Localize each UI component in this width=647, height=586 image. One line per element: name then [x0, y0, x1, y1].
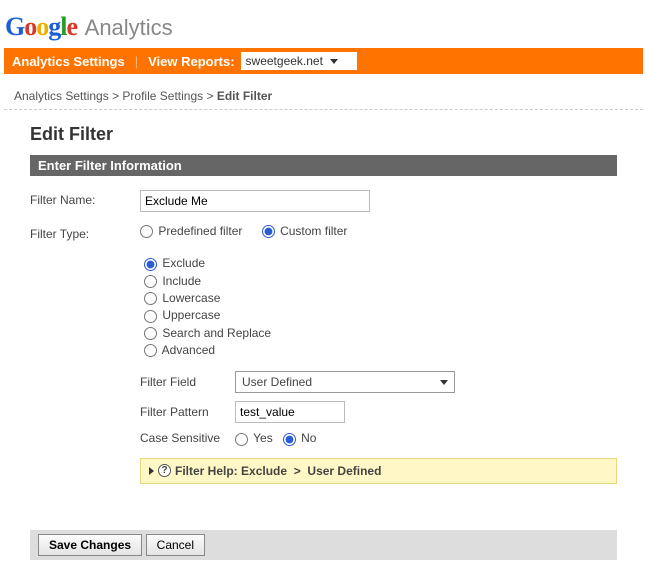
radio-include[interactable] [144, 275, 157, 288]
breadcrumb: Analytics Settings > Profile Settings > … [4, 74, 643, 110]
label-filter-pattern: Filter Pattern [140, 405, 235, 419]
analytics-logo-text: Analytics [85, 15, 173, 40]
row-case-sensitive: Case Sensitive Yes No [140, 431, 617, 445]
row-filter-type: Filter Type: Predefined filter Custom fi… [30, 224, 617, 484]
help-sep: > [294, 464, 301, 478]
top-nav-bar: Analytics Settings | View Reports: sweet… [4, 48, 643, 74]
logo-row: Google Analytics [0, 0, 647, 48]
help-field: User Defined [307, 464, 381, 478]
page-title: Edit Filter [0, 110, 647, 155]
site-selector-value: sweetgeek.net [246, 54, 323, 68]
radio-advanced[interactable] [144, 344, 157, 357]
option-uppercase[interactable]: Uppercase [144, 308, 220, 322]
help-prefix: Filter Help: [175, 464, 238, 478]
site-selector[interactable]: sweetgeek.net [241, 52, 358, 70]
radio-search-replace[interactable] [144, 327, 157, 340]
label-filter-type: Filter Type: [30, 224, 140, 241]
google-logo: Google [5, 12, 77, 41]
option-custom[interactable]: Custom filter [262, 224, 348, 238]
radio-cs-no[interactable] [283, 433, 296, 446]
chevron-down-icon [440, 380, 448, 385]
filter-field-value: User Defined [242, 375, 312, 389]
filter-type-options: Predefined filter Custom filter [140, 224, 617, 238]
radio-predefined[interactable] [140, 225, 153, 238]
button-bar: Save Changes Cancel [30, 530, 617, 560]
label-case-sensitive: Case Sensitive [140, 431, 235, 445]
option-cs-yes[interactable]: Yes [235, 431, 273, 445]
radio-uppercase[interactable] [144, 310, 157, 323]
filter-name-input[interactable] [140, 190, 370, 212]
radio-lowercase[interactable] [144, 292, 157, 305]
option-exclude[interactable]: Exclude [144, 256, 205, 270]
breadcrumb-sep: > [206, 89, 213, 103]
chevron-down-icon [330, 59, 338, 64]
filter-help-box[interactable]: ? Filter Help: Exclude > User Defined [140, 458, 617, 484]
radio-exclude[interactable] [144, 258, 157, 271]
triangle-right-icon [149, 467, 154, 475]
nav-view-reports-label: View Reports: [148, 54, 234, 69]
option-search-replace[interactable]: Search and Replace [144, 326, 271, 340]
label-filter-field: Filter Field [140, 375, 235, 389]
option-predefined[interactable]: Predefined filter [140, 224, 242, 238]
breadcrumb-analytics-settings[interactable]: Analytics Settings [14, 89, 109, 103]
breadcrumb-current: Edit Filter [217, 89, 272, 103]
section-header: Enter Filter Information [30, 155, 617, 176]
option-cs-no[interactable]: No [283, 431, 317, 445]
filter-pattern-input[interactable] [235, 401, 345, 423]
cancel-button[interactable]: Cancel [146, 534, 205, 556]
option-advanced[interactable]: Advanced [144, 343, 215, 357]
breadcrumb-sep: > [112, 89, 119, 103]
row-filter-name: Filter Name: [30, 190, 617, 212]
breadcrumb-profile-settings[interactable]: Profile Settings [122, 89, 203, 103]
filter-form: Filter Name: Filter Type: Predefined fil… [0, 176, 647, 506]
case-sensitive-options: Yes No [235, 431, 316, 445]
label-filter-name: Filter Name: [30, 190, 140, 207]
option-lowercase[interactable]: Lowercase [144, 291, 220, 305]
nav-divider: | [135, 54, 138, 69]
help-mode: Exclude [241, 464, 287, 478]
radio-custom[interactable] [262, 225, 275, 238]
save-changes-button[interactable]: Save Changes [38, 534, 142, 556]
filter-field-select[interactable]: User Defined [235, 371, 455, 393]
nav-analytics-settings[interactable]: Analytics Settings [12, 54, 125, 69]
row-filter-field: Filter Field User Defined [140, 371, 617, 393]
help-icon: ? [158, 464, 171, 477]
option-include[interactable]: Include [144, 274, 201, 288]
row-filter-pattern: Filter Pattern [140, 401, 617, 423]
radio-cs-yes[interactable] [235, 433, 248, 446]
custom-filter-options: Exclude Include Lowercase Uppercase Sear… [140, 256, 617, 357]
